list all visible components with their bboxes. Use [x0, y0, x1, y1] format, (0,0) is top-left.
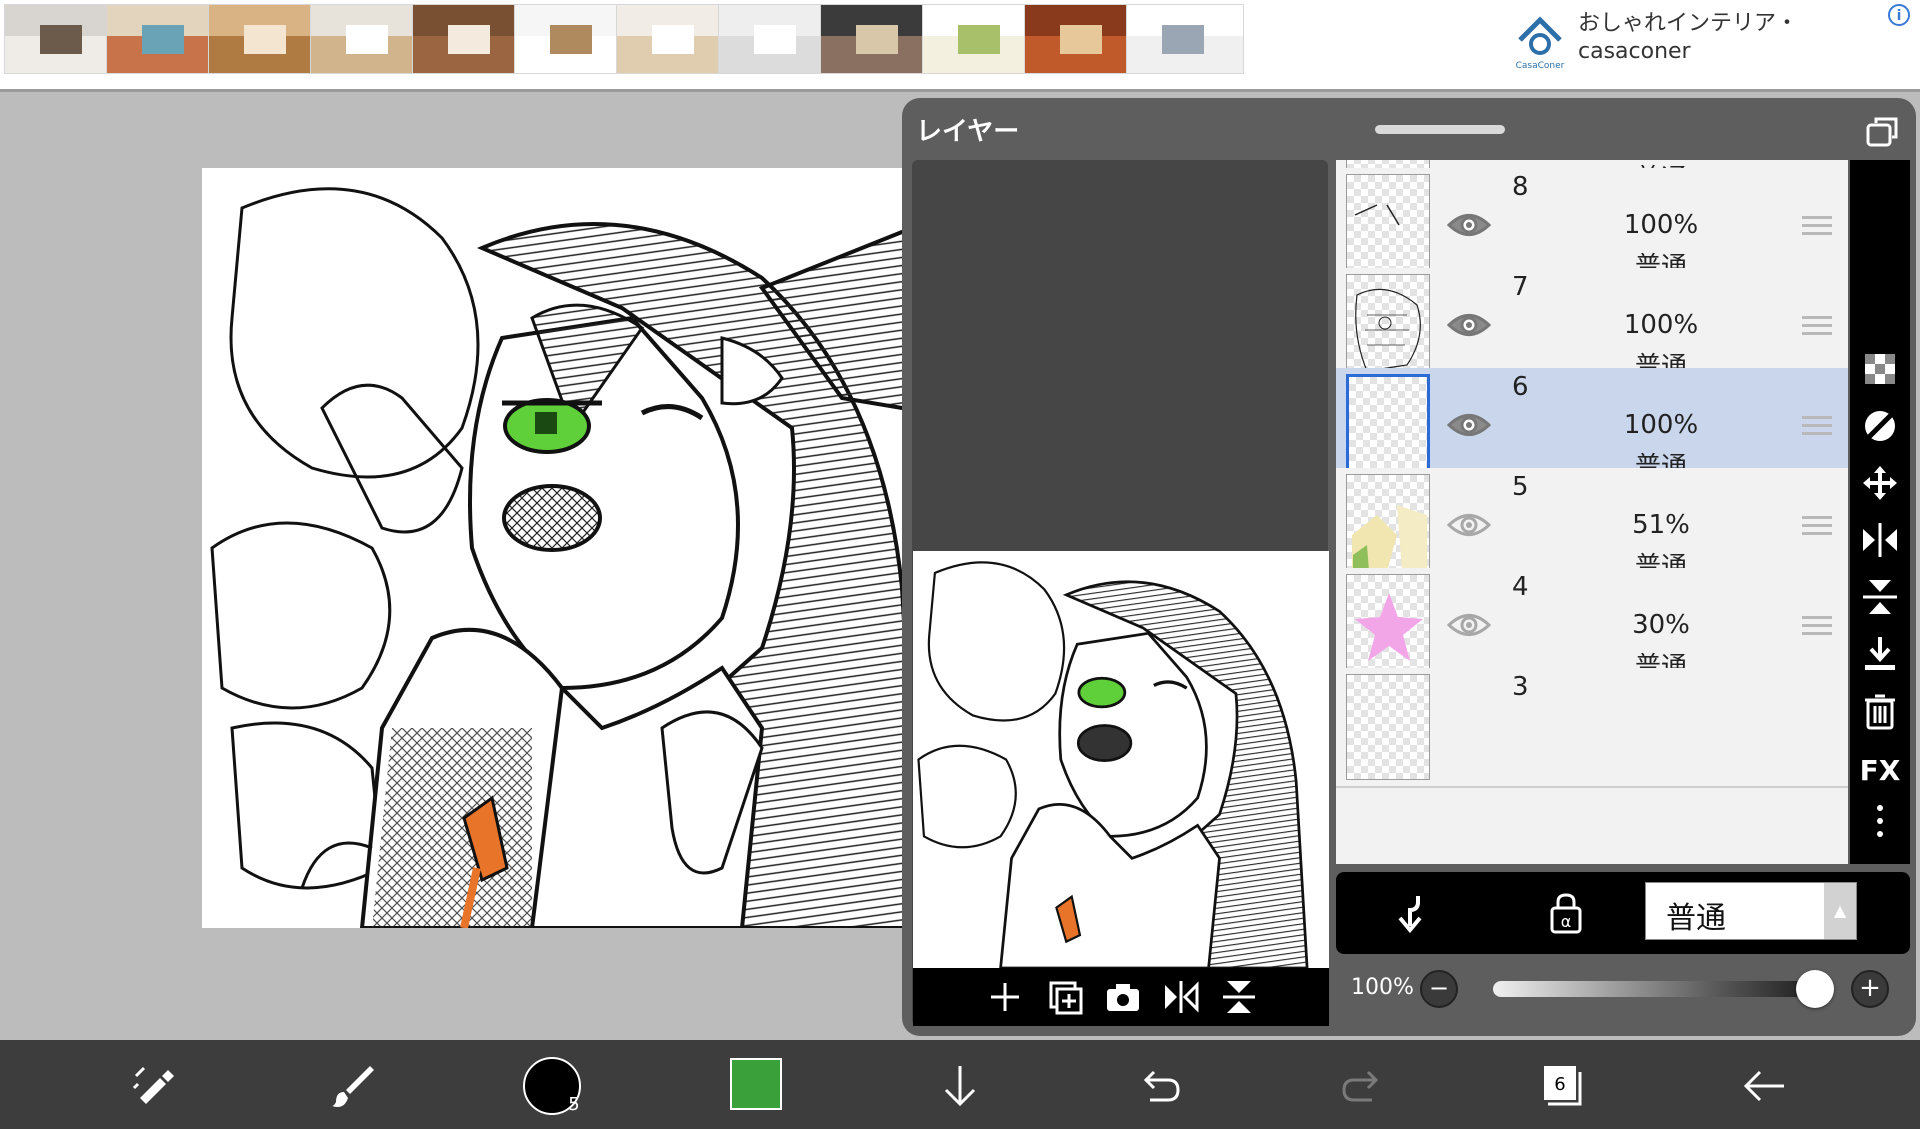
preview-artwork	[917, 561, 1309, 968]
fx-icon[interactable]: FX	[1859, 750, 1901, 792]
restore-window-icon[interactable]	[1866, 115, 1900, 147]
layer-opacity: 51%	[1632, 510, 1690, 540]
dropdown-arrow-icon: ▲	[1824, 883, 1856, 939]
layer-side-toolbar: FX	[1850, 160, 1910, 864]
artwork-lineart	[210, 187, 962, 928]
layer-thumbnail	[1346, 374, 1430, 480]
ad-thumbnail-shelf-cabinet[interactable]	[310, 4, 428, 74]
ad-banner[interactable]: CasaConer おしゃれインテリア・casaconer i	[0, 0, 1920, 92]
trash-icon[interactable]	[1859, 690, 1901, 732]
layer-reorder-handle[interactable]	[1802, 216, 1832, 240]
add-layer-icon[interactable]	[985, 977, 1025, 1017]
preview-toolbar	[913, 968, 1329, 1026]
opacity-slider-knob[interactable]	[1796, 970, 1834, 1008]
visibility-eye-icon[interactable]	[1447, 610, 1491, 640]
drawing-canvas[interactable]	[202, 168, 962, 928]
canvas-preview[interactable]	[913, 551, 1329, 968]
panel-drag-handle[interactable]	[1375, 125, 1505, 134]
opacity-decrease-button[interactable]: −	[1420, 970, 1458, 1008]
layer-row[interactable]: 3	[1336, 668, 1848, 788]
merge-down-icon[interactable]	[1859, 633, 1901, 675]
layer-thumbnail	[1346, 674, 1430, 780]
ad-thumbnail-white-living-room[interactable]	[718, 4, 836, 74]
blend-mode-value: 普通	[1666, 901, 1726, 936]
layer-thumbnail	[1346, 574, 1430, 680]
ad-thumbnail-cabinet-room[interactable]	[1024, 4, 1142, 74]
ad-thumbnail-dark-sofa[interactable]	[820, 4, 938, 74]
visibility-eye-icon[interactable]	[1447, 310, 1491, 340]
ad-thumbnail-wood-chest[interactable]	[412, 4, 530, 74]
ad-thumbnail-dining-set[interactable]	[4, 4, 122, 74]
transparency-lock-icon[interactable]	[1859, 348, 1901, 390]
opacity-increase-button[interactable]: +	[1851, 970, 1889, 1008]
bottom-toolbar: 5 6	[0, 1040, 1920, 1129]
clipping-arrow-icon[interactable]	[1392, 892, 1428, 934]
panel-title: レイヤー	[916, 117, 1020, 147]
flip-horizontal-icon[interactable]	[1859, 519, 1901, 561]
ad-thumbnail-colorful-rug[interactable]	[106, 4, 224, 74]
layer-thumbnail	[1346, 174, 1430, 280]
svg-text:α: α	[1561, 912, 1572, 931]
casaconer-logo: CasaConer	[1516, 16, 1565, 71]
layer-number: 6	[1512, 372, 1529, 402]
ad-info-icon[interactable]: i	[1888, 4, 1910, 26]
svg-text:CasaConer: CasaConer	[1516, 61, 1565, 71]
clip-icon[interactable]	[1859, 405, 1901, 447]
layer-opacity: 100%	[1623, 410, 1699, 440]
alpha-lock-icon[interactable]: α	[1548, 892, 1584, 934]
layer-opacity: 30%	[1632, 610, 1690, 640]
layer-reorder-handle[interactable]	[1802, 616, 1832, 640]
layer-number: 4	[1512, 572, 1529, 602]
duplicate-layer-icon[interactable]	[1045, 977, 1085, 1017]
visibility-eye-icon[interactable]	[1447, 210, 1491, 240]
layer-reorder-handle[interactable]	[1802, 416, 1832, 440]
ad-thumbnail-dining-room[interactable]	[616, 4, 734, 74]
move-icon[interactable]	[1859, 462, 1901, 504]
layer-thumbnail	[1346, 474, 1430, 580]
layer-thumbnail	[1346, 274, 1430, 380]
opacity-slider-track[interactable]	[1493, 981, 1821, 997]
layers-icon[interactable]: 6	[1534, 1058, 1590, 1114]
back-arrow-icon[interactable]	[1736, 1058, 1792, 1114]
down-arrow-icon[interactable]	[932, 1058, 988, 1114]
layer-opacity: 100%	[1623, 210, 1699, 240]
redo-icon[interactable]	[1334, 1058, 1390, 1114]
brush-icon[interactable]	[326, 1058, 382, 1114]
tool-select-icon[interactable]	[126, 1058, 182, 1114]
flip-vertical-preview-icon[interactable]	[1219, 977, 1259, 1017]
color-swatch[interactable]	[730, 1058, 782, 1110]
layer-number: 7	[1512, 272, 1529, 302]
layer-number: 5	[1512, 472, 1529, 502]
camera-icon[interactable]	[1103, 977, 1143, 1017]
svg-text:6: 6	[1554, 1074, 1565, 1095]
ad-title[interactable]: おしゃれインテリア・casaconer	[1578, 10, 1878, 66]
more-icon[interactable]	[1859, 800, 1901, 842]
flip-horizontal-preview-icon[interactable]	[1161, 977, 1201, 1017]
ad-thumbnail-bookshelf-drawing[interactable]	[922, 4, 1040, 74]
flip-vertical-icon[interactable]	[1859, 576, 1901, 618]
layer-reorder-handle[interactable]	[1802, 516, 1832, 540]
brush-size-indicator[interactable]: 5	[522, 1054, 586, 1118]
layer-opacity: 100%	[1623, 310, 1699, 340]
undo-icon[interactable]	[1132, 1058, 1188, 1114]
svg-text:5: 5	[568, 1094, 579, 1115]
layer-number: 8	[1512, 172, 1529, 202]
opacity-label: 100%	[1351, 975, 1414, 1000]
blend-mode-select[interactable]: 普通 ▲	[1645, 882, 1857, 940]
ad-thumbnail-tall-shelf-drawing[interactable]	[514, 4, 632, 74]
ad-thumbnail-storage-diagram[interactable]	[1126, 4, 1244, 74]
layer-reorder-handle[interactable]	[1802, 316, 1832, 340]
ad-thumbnail-wood-interior[interactable]	[208, 4, 326, 74]
layer-list[interactable]: 普通8100%普通7100%普通6100%普通551%普通430%普通3	[1336, 160, 1848, 864]
visibility-eye-icon[interactable]	[1447, 510, 1491, 540]
layer-number: 3	[1512, 672, 1529, 702]
visibility-eye-icon[interactable]	[1447, 410, 1491, 440]
